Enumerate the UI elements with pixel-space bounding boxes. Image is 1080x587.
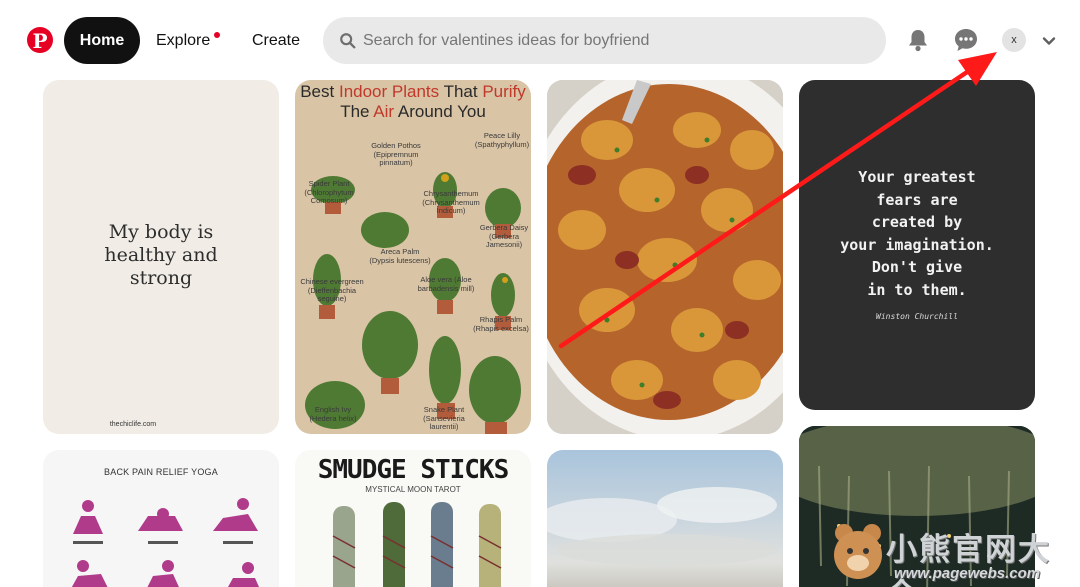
plant-label: Chrysanthemum (Chrysanthemum Indicum) xyxy=(422,189,480,215)
watermark-url: www.pagewebs.com xyxy=(894,565,1041,582)
title-part: Best xyxy=(300,82,339,101)
quote-line: created by xyxy=(871,213,963,231)
title-part: Indoor Plants xyxy=(338,82,440,101)
pin-smudge-subtitle: MYSTICAL MOON TAROT xyxy=(365,485,461,494)
bear-mascot-icon xyxy=(834,524,882,579)
search-placeholder: Search for valentines ideas for boyfrien… xyxy=(363,31,650,49)
plant-label: English Ivy (Hedera helix) xyxy=(309,405,357,423)
pin-affirmation-card[interactable]: My body is healthy and strong thechiclif… xyxy=(43,80,279,434)
svg-text:P: P xyxy=(32,29,47,53)
yoga-poses-illustration xyxy=(71,498,259,587)
pin-smudge-title: SMUDGE STICKS xyxy=(317,455,510,485)
pin-sky-landscape-photo[interactable] xyxy=(547,450,783,587)
messages-icon[interactable] xyxy=(952,26,980,54)
notifications-bell-icon[interactable] xyxy=(904,26,932,54)
plant-label: Gerbera Daisy (Gerbera Jamesonii) xyxy=(479,223,529,249)
plant-label: Snake Plant (Sansevieria laurentii) xyxy=(423,405,465,431)
pin-source-site: thechiclife.com xyxy=(109,421,157,428)
pin-quote-text: My body is healthy and strong xyxy=(104,221,218,289)
plant-label: Spider Plant (Chlorophytum Comosum) xyxy=(304,179,354,205)
pin-back-pain-yoga[interactable]: BACK PAIN RELIEF YOGA xyxy=(43,450,279,587)
explore-tab[interactable]: Explore xyxy=(148,17,220,64)
title-part: Around You xyxy=(394,102,486,121)
search-bar[interactable]: Search for valentines ideas for boyfrien… xyxy=(323,17,886,64)
search-icon xyxy=(340,32,356,48)
home-tab[interactable]: Home xyxy=(64,17,140,64)
quote-line: Don't give xyxy=(871,258,963,276)
plant-label: Aloe vera (Aloe barbadensis mill) xyxy=(417,275,475,293)
smudge-sticks-illustration xyxy=(332,502,502,587)
pin-quote-text: Your greatest fears are created by your … xyxy=(799,166,1035,301)
roasted-potatoes-image xyxy=(547,80,783,434)
pinterest-logo-icon[interactable]: P xyxy=(27,27,53,53)
create-tab[interactable]: Create xyxy=(244,17,308,64)
plant-label: Areca Palm (Dypsis lutescens) xyxy=(369,247,431,265)
pin-roasted-potatoes-photo[interactable] xyxy=(547,80,783,434)
pin-yoga-title: BACK PAIN RELIEF YOGA xyxy=(104,467,218,477)
plant-label: Golden Pothos (Epipremnum pinnatum) xyxy=(371,141,421,167)
pin-churchill-quote[interactable]: Your greatest fears are created by your … xyxy=(799,80,1035,410)
title-part: That xyxy=(439,82,483,101)
notification-dot xyxy=(214,32,220,38)
quote-line: Your greatest xyxy=(858,168,976,186)
title-part: Air xyxy=(373,102,395,121)
profile-avatar[interactable]: x xyxy=(1002,28,1026,52)
quote-line: fears are xyxy=(876,190,958,209)
quote-line: your imagination. xyxy=(840,235,994,254)
quote-line: in to them. xyxy=(867,280,967,299)
pin-infographic-title: Best Indoor Plants That Purify The Air A… xyxy=(295,82,531,122)
title-part: The xyxy=(340,102,374,121)
sky-clouds-image xyxy=(547,487,777,566)
title-part: Purify xyxy=(482,82,526,101)
explore-tab-label: Explore xyxy=(156,31,211,49)
quote-author: Winston Churchill xyxy=(876,312,958,321)
chevron-down-icon[interactable] xyxy=(1040,32,1058,50)
plant-label: Peace Lilly (Spathyphyllum) xyxy=(474,131,530,149)
plant-label: Chinese evergreen (Dieffenbachia seguine… xyxy=(300,277,364,303)
pin-smudge-sticks[interactable]: SMUDGE STICKS MYSTICAL MOON TAROT xyxy=(295,450,531,587)
pin-indoor-plants-infographic[interactable]: Best Indoor Plants That Purify The Air A… xyxy=(295,80,531,434)
plant-label: Rhapis Palm (Rhapis excelsa) xyxy=(473,315,529,333)
top-navigation-bar: P Home Explore Create Search for valenti… xyxy=(0,0,1080,80)
site-watermark: 小熊官网大全 www.pagewebs.com xyxy=(830,518,1080,587)
